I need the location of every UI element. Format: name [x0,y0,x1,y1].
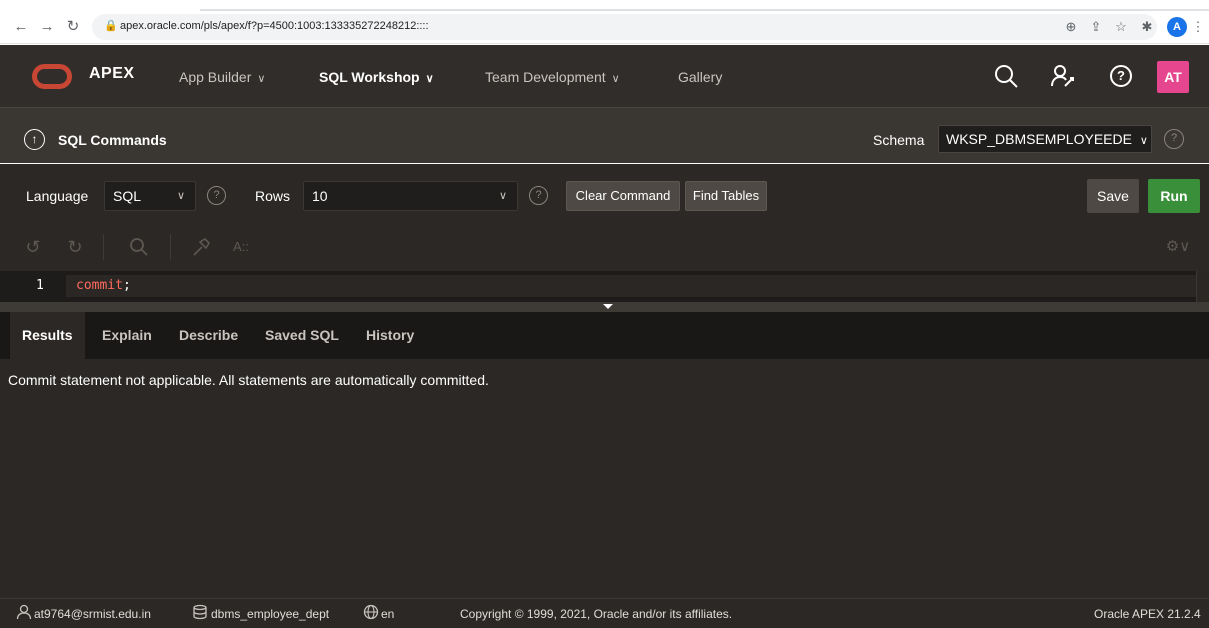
nav-sql-workshop[interactable]: SQL Workshop ∨ [319,69,434,85]
chevron-down-icon: ∨ [425,73,434,85]
footer-workspace[interactable]: dbms_employee_dept [211,607,329,621]
clear-command-button[interactable]: Clear Command [566,181,680,211]
schema-help-icon[interactable]: ? [1164,129,1184,149]
oracle-logo-icon[interactable] [32,64,72,89]
rows-select[interactable]: 10 ∨ [303,181,518,211]
language-select[interactable]: SQL ∨ [104,181,196,211]
rows-label: Rows [255,188,291,204]
footer-user[interactable]: at9764@srmist.edu.in [34,607,151,621]
browser-tab-strip [0,0,1209,11]
footer-language[interactable]: en [381,607,394,621]
apex-brand[interactable]: APEX [89,65,135,83]
collapse-arrow-icon[interactable] [603,304,613,309]
footer-version: Oracle APEX 21.2.4 [1094,607,1201,621]
nav-app-builder[interactable]: App Builder ∨ [179,69,265,85]
line-number: 1 [36,278,44,293]
settings-gear-icon[interactable]: ⚙∨ [1162,236,1194,258]
save-button[interactable]: Save [1087,179,1139,213]
language-label: Language [26,188,89,204]
find-tables-button[interactable]: Find Tables [685,181,767,211]
share-icon[interactable]: ⇪ [1088,19,1104,35]
hammer-icon[interactable] [190,236,212,258]
find-icon[interactable] [128,236,150,258]
nav-gallery[interactable]: Gallery [678,69,722,85]
help-icon[interactable]: ? [1110,65,1132,87]
toolbar-divider [170,234,171,260]
results-panel [0,359,1209,598]
tab-explain[interactable]: Explain [90,312,164,359]
run-button[interactable]: Run [1148,179,1200,213]
reload-icon[interactable]: ↻ [64,18,82,36]
extensions-icon[interactable]: ✱ [1139,19,1155,35]
globe-icon [363,604,379,620]
nav-team-development[interactable]: Team Development ∨ [485,69,620,85]
footer-copyright: Copyright © 1999, 2021, Oracle and/or it… [460,607,733,621]
back-icon[interactable]: ← [12,18,30,36]
chevron-down-icon: ∨ [498,190,507,202]
code-line[interactable]: commit; [76,278,131,293]
browser-profile-avatar[interactable]: A [1167,17,1187,37]
active-line-highlight [66,275,1196,297]
administration-icon[interactable] [1049,62,1077,90]
chevron-down-icon: ∨ [1139,135,1148,147]
undo-icon[interactable]: ↺ [22,236,44,258]
tab-saved-sql[interactable]: Saved SQL [253,312,351,359]
url-text[interactable]: apex.oracle.com/pls/apex/f?p=4500:1003:1… [120,19,429,33]
redo-icon[interactable]: ↻ [64,236,86,258]
schema-select[interactable]: WKSP_DBMSEMPLOYEEDE ∨ [938,125,1152,153]
chevron-down-icon: ∨ [257,73,266,85]
tab-describe[interactable]: Describe [167,312,250,359]
search-icon[interactable] [992,62,1020,90]
user-icon [16,604,32,620]
rows-help-icon[interactable]: ? [529,186,548,205]
user-avatar[interactable]: AT [1157,61,1189,93]
tab-results[interactable]: Results [10,312,85,359]
toolbar-divider [103,234,104,260]
chevron-down-icon: ∨ [611,73,620,85]
database-icon [192,604,208,620]
lock-icon[interactable]: 🔒 [104,19,118,33]
text-format-icon[interactable]: A:: [230,236,252,258]
browser-menu-icon[interactable]: ⋮ [1190,19,1206,35]
language-help-icon[interactable]: ? [207,186,226,205]
chevron-down-icon: ∨ [176,190,185,202]
tab-history[interactable]: History [354,312,426,359]
editor-scrollbar[interactable] [1196,271,1209,302]
zoom-icon[interactable]: ⊕ [1063,19,1079,35]
bookmark-star-icon[interactable]: ☆ [1113,19,1129,35]
schema-label: Schema [873,132,925,148]
editor-toolbar [0,224,1209,271]
results-message: Commit statement not applicable. All sta… [8,372,489,388]
page-title: SQL Commands [58,132,167,148]
forward-icon[interactable]: → [38,18,56,36]
arrow-up-icon[interactable]: ↑ [24,129,45,150]
